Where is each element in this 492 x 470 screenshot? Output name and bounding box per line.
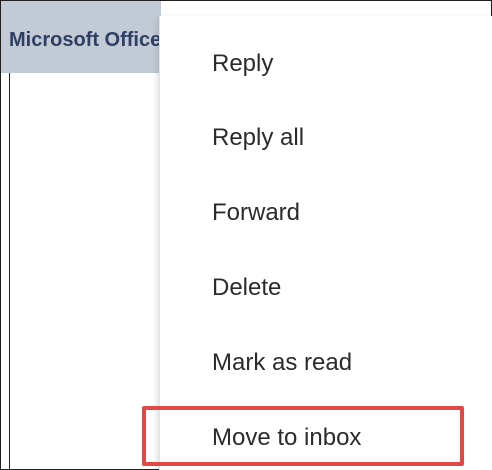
menu-item-label: Mark as read xyxy=(212,349,353,376)
message-list-header: Microsoft Office xyxy=(1,1,161,73)
menu-item-label: Move to inbox xyxy=(212,424,362,451)
menu-item-label: Reply xyxy=(212,50,274,77)
screenshot-canvas: Microsoft Office Reply Reply all Forward… xyxy=(0,0,492,470)
menu-item-delete[interactable]: Delete xyxy=(160,262,480,314)
menu-item-label: Reply all xyxy=(212,124,305,151)
menu-item-label: Forward xyxy=(212,199,301,226)
menu-item-forward[interactable]: Forward xyxy=(160,187,480,239)
menu-item-reply-all[interactable]: Reply all xyxy=(160,112,480,164)
pane-divider xyxy=(9,73,10,470)
context-menu: Reply Reply all Forward Delete Mark as r… xyxy=(159,16,492,470)
menu-item-move-to-inbox[interactable]: Move to inbox xyxy=(160,412,480,464)
menu-item-mark-as-read[interactable]: Mark as read xyxy=(160,337,480,389)
menu-item-reply[interactable]: Reply xyxy=(160,38,480,90)
sender-name: Microsoft Office xyxy=(9,29,161,51)
menu-item-label: Delete xyxy=(212,274,282,301)
